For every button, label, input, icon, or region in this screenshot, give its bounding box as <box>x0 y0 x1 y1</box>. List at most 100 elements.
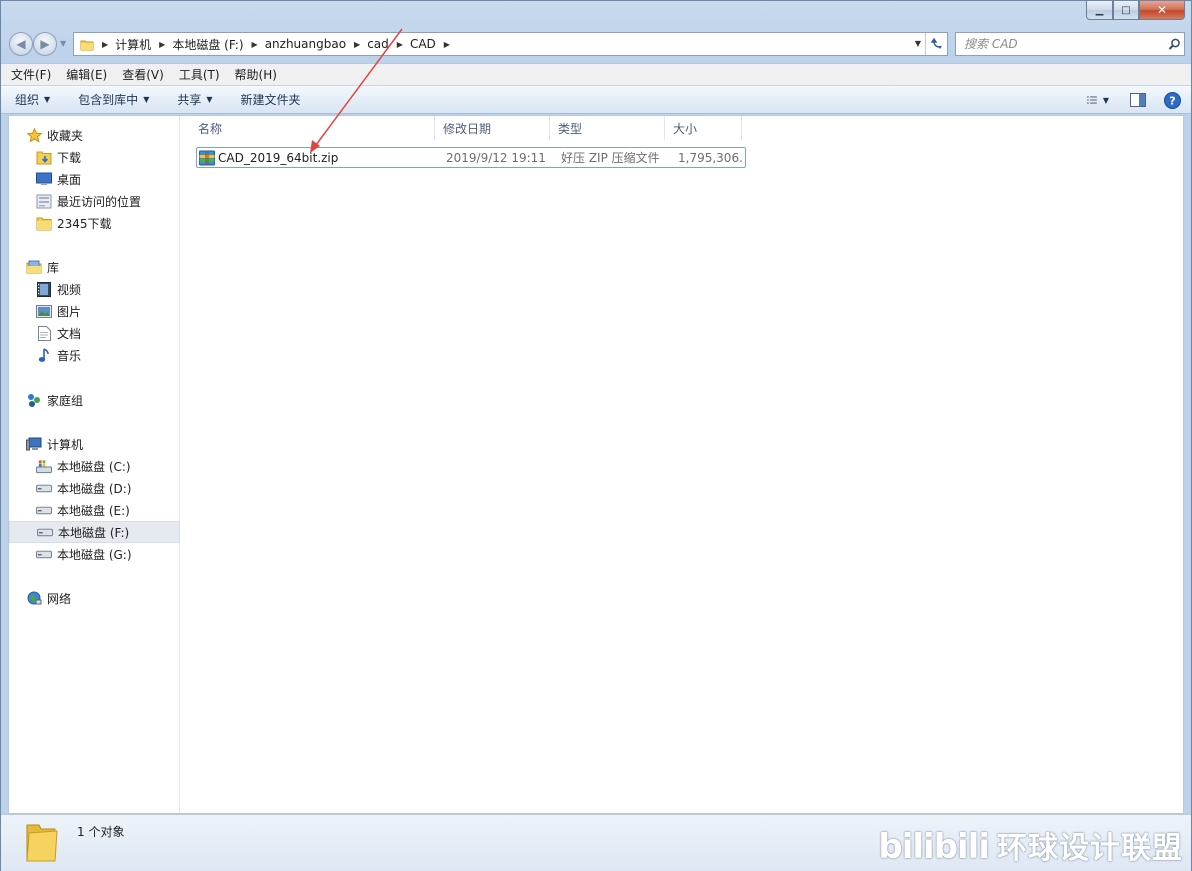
details-pane: 1 个对象 bilibili 环球设计联盟 <box>1 814 1191 871</box>
picture-icon <box>36 303 52 319</box>
sidebar-item-homegroup[interactable]: 家庭组 <box>9 389 180 411</box>
chevron-right-icon[interactable]: ▶ <box>444 40 450 49</box>
view-options-button[interactable]: ▼ <box>1087 90 1109 110</box>
file-list: 名称 修改日期 类型 大小 CAD_2019_64bit.zip 2019/9/… <box>180 116 1183 813</box>
sidebar-item-documents[interactable]: 文档 <box>9 322 180 344</box>
watermark-text: 环球设计联盟 <box>997 831 1183 866</box>
share-button[interactable]: 共享 ▼ <box>177 91 212 108</box>
video-icon <box>36 281 52 297</box>
sidebar-label: 音乐 <box>57 348 82 363</box>
breadcrumb-anzhuangbao[interactable]: anzhuangbao <box>265 37 346 51</box>
command-bar: 组织 ▼ 包含到库中 ▼ 共享 ▼ 新建文件夹 ▼ ? <box>1 85 1191 114</box>
sidebar-item-videos[interactable]: 视频 <box>9 278 180 300</box>
star-icon <box>26 127 42 143</box>
sidebar-label: 本地磁盘 (D:) <box>57 481 132 496</box>
address-bar[interactable]: ▶ 计算机 ▶ 本地磁盘 (F:) ▶ anzhuangbao ▶ cad ▶ … <box>73 32 948 56</box>
watermark: bilibili 环球设计联盟 <box>878 823 1183 867</box>
sidebar-item-drive-e[interactable]: 本地磁盘 (E:) <box>9 499 180 521</box>
sidebar-label: 2345下载 <box>57 216 112 231</box>
sidebar-item-computer[interactable]: 计算机 <box>9 433 180 455</box>
refresh-icon <box>930 38 942 49</box>
sidebar-item-favorites[interactable]: 收藏夹 <box>9 124 180 146</box>
sidebar-item-downloads[interactable]: 下载 <box>9 146 180 168</box>
column-header-date[interactable]: 修改日期 <box>435 116 550 140</box>
menu-view[interactable]: 查看(V) <box>122 66 164 83</box>
sidebar-item-drive-c[interactable]: 本地磁盘 (C:) <box>9 455 180 477</box>
file-name: CAD_2019_64bit.zip <box>218 150 339 165</box>
hard-drive-icon <box>36 480 52 496</box>
hard-drive-icon <box>36 502 52 518</box>
downloads-folder-icon <box>36 149 52 165</box>
sidebar-item-2345-downloads[interactable]: 2345下载 <box>9 212 180 234</box>
sidebar-item-network[interactable]: 网络 <box>9 587 180 609</box>
breadcrumb-computer[interactable]: 计算机 <box>115 36 151 53</box>
sidebar-item-music[interactable]: 音乐 <box>9 344 180 366</box>
sidebar-item-libraries[interactable]: 库 <box>9 256 180 278</box>
sidebar-item-drive-d[interactable]: 本地磁盘 (D:) <box>9 477 180 499</box>
window-controls: ▁ □ ✕ <box>1086 1 1185 21</box>
sidebar-label: 计算机 <box>47 437 84 452</box>
menu-tools[interactable]: 工具(T) <box>179 66 220 83</box>
chevron-down-icon: ▼ <box>44 95 51 104</box>
chevron-right-icon[interactable]: ▶ <box>159 40 165 49</box>
maximize-button[interactable]: □ <box>1113 1 1139 20</box>
menu-file[interactable]: 文件(F) <box>11 66 51 83</box>
column-header-type[interactable]: 类型 <box>550 116 665 140</box>
history-dropdown-icon[interactable]: ▼ <box>60 39 66 48</box>
sidebar-item-desktop[interactable]: 桌面 <box>9 168 180 190</box>
folder-large-icon <box>23 821 59 866</box>
chevron-down-icon: ▼ <box>206 95 213 104</box>
sidebar-item-recent-places[interactable]: 最近访问的位置 <box>9 190 180 212</box>
preview-pane-button[interactable] <box>1127 90 1149 110</box>
view-controls: ▼ ? <box>1077 90 1183 110</box>
document-icon <box>36 325 52 341</box>
details-view-icon <box>1087 96 1097 104</box>
sidebar-label: 网络 <box>47 591 72 606</box>
breadcrumb-drive-f[interactable]: 本地磁盘 (F:) <box>172 36 243 53</box>
organize-button[interactable]: 组织 ▼ <box>15 91 50 108</box>
organize-label: 组织 <box>15 93 40 107</box>
sidebar-item-pictures[interactable]: 图片 <box>9 300 180 322</box>
sidebar-label: 本地磁盘 (C:) <box>57 459 131 474</box>
chevron-right-icon[interactable]: ▶ <box>354 40 360 49</box>
network-group: 网络 <box>9 587 180 609</box>
back-button[interactable]: ◀ <box>9 32 33 56</box>
refresh-button[interactable] <box>925 33 947 55</box>
address-dropdown-icon[interactable]: ▼ <box>915 39 921 48</box>
menu-bar: 文件(F) 编辑(E) 查看(V) 工具(T) 帮助(H) <box>1 63 1191 85</box>
search-icon[interactable] <box>1164 38 1184 51</box>
table-row[interactable]: CAD_2019_64bit.zip 2019/9/12 19:11 好压 ZI… <box>196 147 746 168</box>
network-globe-icon <box>26 590 42 606</box>
sidebar-item-drive-g[interactable]: 本地磁盘 (G:) <box>9 543 180 565</box>
folder-icon <box>80 38 94 51</box>
sidebar-label: 本地磁盘 (E:) <box>57 503 130 518</box>
menu-edit[interactable]: 编辑(E) <box>66 66 107 83</box>
sidebar-item-drive-f[interactable]: 本地磁盘 (F:) <box>9 521 180 543</box>
search-input[interactable] <box>956 34 1164 54</box>
close-button[interactable]: ✕ <box>1139 1 1185 20</box>
help-button[interactable]: ? <box>1161 90 1183 110</box>
sidebar-label: 本地磁盘 (G:) <box>57 547 132 562</box>
new-folder-button[interactable]: 新建文件夹 <box>241 91 301 108</box>
breadcrumb-cad-upper[interactable]: CAD <box>410 37 436 51</box>
breadcrumb-cad[interactable]: cad <box>367 37 389 51</box>
hard-drive-icon <box>36 546 52 562</box>
preview-pane-icon <box>1130 93 1146 107</box>
chevron-right-icon[interactable]: ▶ <box>252 40 258 49</box>
computer-icon <box>26 436 42 452</box>
svg-text:?: ? <box>1169 94 1175 107</box>
sidebar-label: 下载 <box>57 150 82 165</box>
menu-help[interactable]: 帮助(H) <box>235 66 277 83</box>
sidebar-label: 最近访问的位置 <box>57 194 142 209</box>
hard-drive-icon <box>37 524 53 540</box>
column-header-name[interactable]: 名称 <box>180 116 435 140</box>
sidebar-label: 桌面 <box>57 172 82 187</box>
column-header-size[interactable]: 大小 <box>665 116 742 140</box>
forward-button[interactable]: ▶ <box>33 32 57 56</box>
minimize-button[interactable]: ▁ <box>1086 1 1113 20</box>
chevron-right-icon[interactable]: ▶ <box>397 40 403 49</box>
navigation-pane: 收藏夹 下载 桌面 最近访问的位置 2345下载 库 视频 图片 文档 音乐 家… <box>9 116 180 813</box>
include-in-library-button[interactable]: 包含到库中 ▼ <box>78 91 149 108</box>
library-icon <box>26 259 42 275</box>
chevron-right-icon[interactable]: ▶ <box>102 40 108 49</box>
